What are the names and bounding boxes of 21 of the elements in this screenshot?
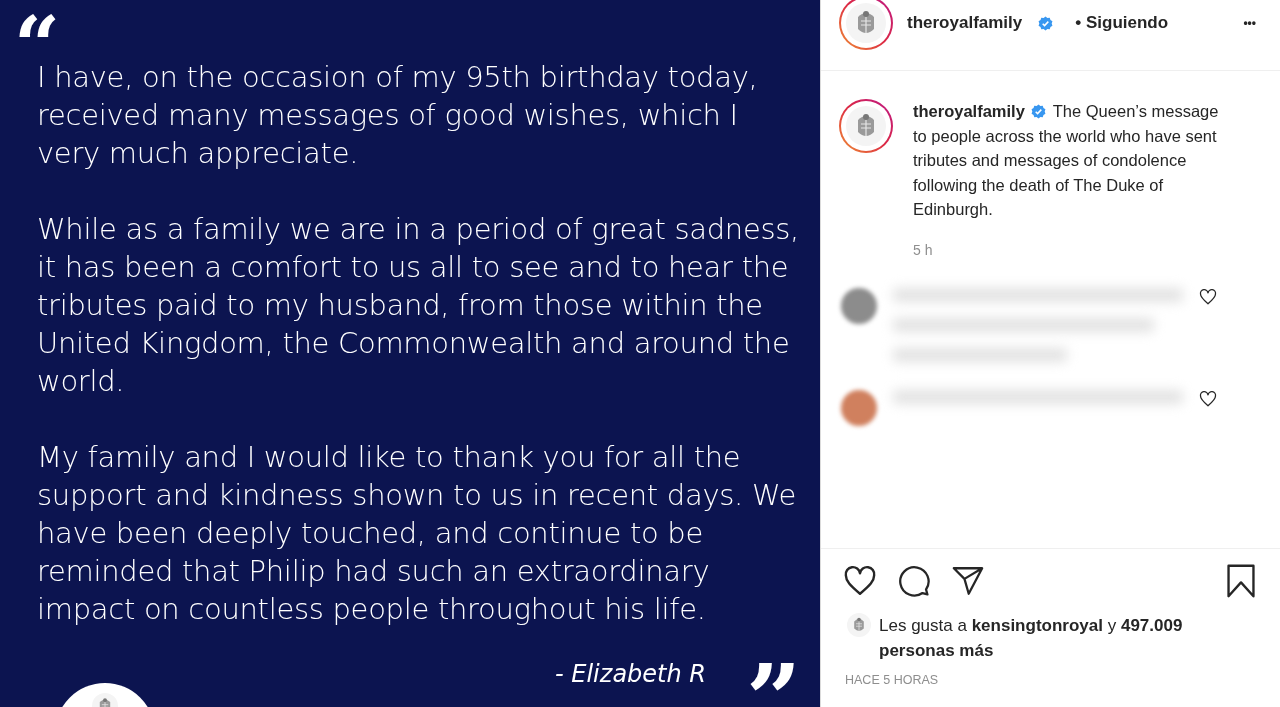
likes-text: Les gusta a kensingtonroyal y 497.009 personas más — [879, 614, 1184, 662]
comment-icon[interactable] — [897, 563, 931, 598]
caption-text: theroyalfamily The Queen’s message to people across the world who have sent tributes and messages of condolence following the death of The Duke of Edinburgh. — [913, 101, 1220, 220]
crest-icon — [846, 3, 886, 43]
like-heart-icon[interactable] — [843, 563, 877, 598]
liker-avatar-icon — [847, 612, 871, 637]
quote-paragraph: My family and I would like to thank you for all the support and kindness shown to us in recent days. We have been deeply touched, and continue to be reminded that Philip had such an extraordinary impact on countless people throughout his life. — [37, 439, 798, 628]
follow-status[interactable]: • Siguiendo — [1075, 13, 1169, 33]
signature: - Elizabeth R — [555, 660, 707, 688]
quote-paragraph: While as a family we are in a period of great sadness, it has been a comfort to us all to see and to hear the tributes paid to my husband, from those within the United Kingdom, the Commonwealth and around the world. — [37, 211, 800, 400]
post-timestamp: HACE 5 HORAS — [844, 671, 940, 687]
more-button[interactable]: ••• — [1243, 16, 1256, 30]
profile-avatar[interactable] — [839, 99, 893, 153]
crest-icon — [846, 106, 886, 146]
post-time: 5 h — [913, 241, 934, 258]
heart-icon[interactable] — [1199, 389, 1217, 408]
close-quote-mark: ” — [746, 652, 802, 707]
bookmark-icon[interactable] — [1224, 562, 1258, 599]
profile-avatar[interactable] — [839, 0, 893, 50]
username[interactable]: theroyalfamily — [907, 13, 1023, 33]
heart-icon[interactable] — [1199, 287, 1217, 306]
